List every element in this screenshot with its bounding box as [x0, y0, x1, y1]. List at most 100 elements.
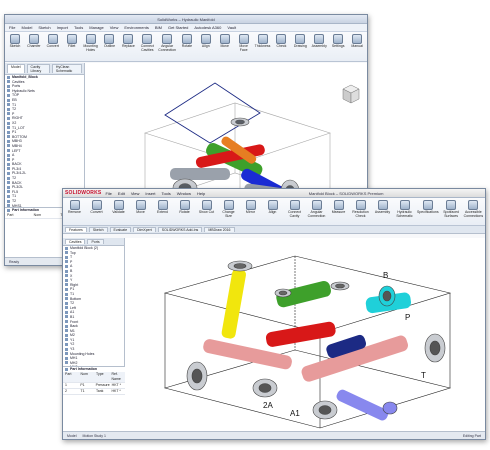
- manifold-3d-view[interactable]: A1 2A T B P: [125, 238, 486, 433]
- menu-item[interactable]: Edit: [118, 191, 125, 196]
- ribbon-button[interactable]: Show Cut: [197, 200, 216, 224]
- ribbon-button[interactable]: Angular Connection: [307, 200, 326, 224]
- ribbon-button[interactable]: Assembly: [311, 34, 327, 58]
- graphics-area[interactable]: A1 2A T B P: [125, 238, 486, 433]
- menu-item[interactable]: View: [110, 25, 119, 30]
- tab[interactable]: SOLIDWORKS Add-Ins: [157, 227, 203, 232]
- tab[interactable]: Features: [65, 227, 87, 232]
- tab[interactable]: Model: [7, 64, 25, 73]
- menu-item[interactable]: Model: [21, 25, 32, 30]
- ribbon-button[interactable]: Extend: [153, 200, 172, 224]
- menu-item[interactable]: Vault: [227, 25, 236, 30]
- tool-icon: [276, 34, 287, 44]
- solidworks-window: SOLIDWORKS File Edit View Insert Tools Window…: [62, 188, 486, 440]
- ribbon-button[interactable]: Convert: [87, 200, 106, 224]
- bottom-tab[interactable]: Model: [67, 434, 77, 438]
- ribbon-button[interactable]: Thickness: [255, 34, 271, 58]
- ribbon-button[interactable]: Mirror: [241, 200, 260, 224]
- ribbon-button[interactable]: Assembly: [373, 200, 392, 224]
- tab[interactable]: Sketch: [88, 227, 108, 232]
- column-header: Ref. Name: [111, 371, 121, 381]
- menu-item[interactable]: Window: [177, 191, 191, 196]
- ribbon-button[interactable]: Fillet: [64, 34, 80, 58]
- ribbon-button[interactable]: Mounting Holes: [83, 34, 99, 58]
- tool-icon: [181, 34, 192, 44]
- solidworks-logo[interactable]: SOLIDWORKS: [65, 190, 101, 196]
- ribbon-button[interactable]: Remove: [65, 200, 84, 224]
- tool-icon: [157, 200, 168, 210]
- part-info-header: Part Nom Type Ref. Name: [63, 371, 125, 383]
- ribbon-button-label: Mounting Holes: [83, 44, 98, 52]
- menu-item[interactable]: Import: [57, 25, 68, 30]
- ribbon-button[interactable]: Check: [273, 34, 289, 58]
- tool-icon: [162, 34, 173, 44]
- ribbon-button[interactable]: Align: [263, 200, 282, 224]
- ribbon-button[interactable]: Align: [198, 34, 214, 58]
- tool-icon: [333, 34, 344, 44]
- menu-item[interactable]: Manage: [89, 25, 103, 30]
- ribbon-button[interactable]: Resolution Check: [351, 200, 370, 224]
- bottom-tab[interactable]: Motion Study 1: [83, 434, 106, 438]
- menu-item[interactable]: View: [131, 191, 140, 196]
- ribbon-button[interactable]: Outline: [102, 34, 118, 58]
- menu-item[interactable]: Tools: [74, 25, 83, 30]
- tab[interactable]: Ports: [87, 239, 104, 244]
- ribbon-button[interactable]: Rotate: [175, 200, 194, 224]
- table-row[interactable]: 2 T1 Tank HKT *: [63, 389, 125, 395]
- tool-icon: [446, 200, 457, 210]
- menu-item[interactable]: Get Started: [168, 25, 188, 30]
- ribbon-button[interactable]: Specifications: [417, 200, 439, 224]
- tool-icon: [201, 200, 212, 210]
- ribbon-button[interactable]: Chamfer: [26, 34, 42, 58]
- command-manager: Remove Convert Validate Move Extend Rotate Sho…: [63, 198, 485, 226]
- tab[interactable]: Cavity Library: [26, 64, 50, 73]
- ribbon-button-label: Assembly: [311, 44, 327, 48]
- ribbon-button-label: Show Cut: [198, 210, 215, 214]
- ribbon-button[interactable]: Sketch: [7, 34, 23, 58]
- ribbon-button[interactable]: Drawing: [292, 34, 308, 58]
- menu-item[interactable]: BIM: [155, 25, 162, 30]
- ribbon-button[interactable]: Settings: [330, 34, 346, 58]
- menu-item[interactable]: Help: [197, 191, 205, 196]
- ribbon-button[interactable]: Validate: [109, 200, 128, 224]
- ribbon-button[interactable]: Spotfaced Surfaces: [442, 200, 461, 224]
- ribbon-button[interactable]: Manual: [349, 34, 365, 58]
- tool-icon: [200, 34, 211, 44]
- ribbon-button[interactable]: Convert: [45, 34, 61, 58]
- table-cell: T1: [80, 388, 85, 393]
- ribbon-button[interactable]: Angular Connection: [158, 34, 176, 58]
- ribbon-button-label: Align: [201, 44, 210, 48]
- menu-item[interactable]: Tools: [161, 191, 170, 196]
- ribbon-button[interactable]: Connect Cavities: [139, 34, 155, 58]
- tree-tabs: Cavities Ports: [63, 238, 124, 246]
- ribbon-button[interactable]: Move: [217, 34, 233, 58]
- ribbon-button-label: Drawing: [293, 44, 307, 48]
- ribbon-button[interactable]: Move: [131, 200, 150, 224]
- tab[interactable]: HyClean Schematic: [51, 64, 82, 73]
- tab[interactable]: MBDraw 2016: [204, 227, 235, 232]
- menu-item[interactable]: Environments: [124, 25, 148, 30]
- tool-icon: [135, 200, 146, 210]
- menu-item[interactable]: Insert: [145, 191, 155, 196]
- ribbon-button[interactable]: Replace: [120, 34, 136, 58]
- menu-item[interactable]: File: [9, 25, 15, 30]
- menu-item[interactable]: File: [105, 191, 111, 196]
- ribbon-button[interactable]: Move Face: [236, 34, 252, 58]
- menu-item[interactable]: Sketch: [38, 25, 50, 30]
- ribbon-button-label: Outline: [103, 44, 116, 48]
- ribbon-button-label: Remove: [67, 210, 82, 214]
- ribbon-button[interactable]: Hydraulic Schematic: [395, 200, 414, 224]
- ribbon-button[interactable]: Connect Cavity: [285, 200, 304, 224]
- ribbon-button[interactable]: Rotate: [179, 34, 195, 58]
- view-cube-icon[interactable]: [342, 84, 360, 104]
- tab[interactable]: Evaluate: [109, 227, 132, 232]
- menu-item[interactable]: Autodesk A360: [194, 25, 221, 30]
- tab[interactable]: DimXpert: [133, 227, 156, 232]
- menu-bar: File Edit View Insert Tools Window Help: [101, 191, 209, 196]
- ribbon-button[interactable]: Measure: [329, 200, 348, 224]
- ribbon-button[interactable]: Change Size: [219, 200, 238, 224]
- ribbon-button[interactable]: Accessible Connections: [464, 200, 483, 224]
- ribbon-button-label: Change Size: [222, 210, 235, 218]
- tab[interactable]: Cavities: [65, 239, 86, 244]
- ribbon-button-label: Check: [276, 44, 287, 48]
